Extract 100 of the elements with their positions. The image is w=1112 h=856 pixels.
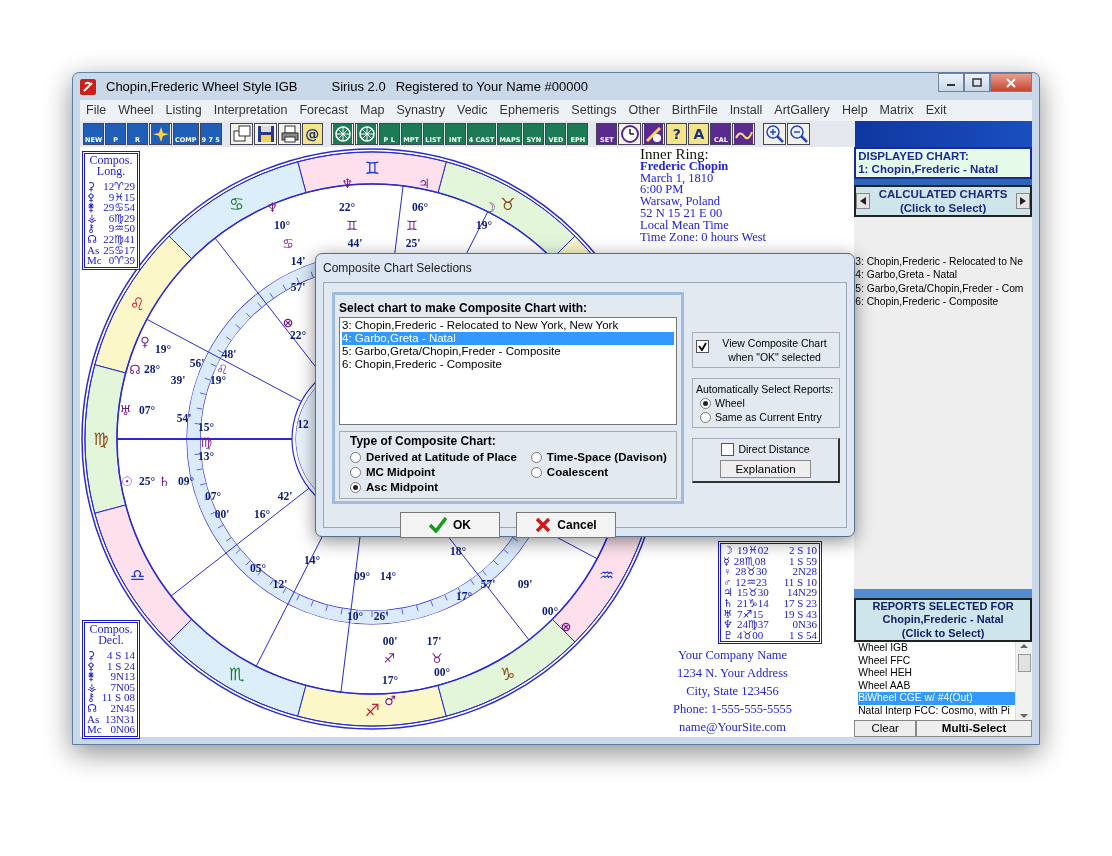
planet-symbol: ⚷	[87, 223, 96, 234]
menu-item[interactable]: Listing	[165, 101, 202, 120]
wheel-label: ♐	[383, 650, 395, 666]
menu-item[interactable]: BirthFile	[671, 101, 718, 120]
toolbar-button[interactable]: @	[301, 122, 323, 145]
menu-item[interactable]: Wheel	[118, 101, 154, 120]
report-list-item[interactable]: Wheel FFC	[858, 654, 1015, 668]
explanation-button[interactable]: Explanation	[720, 460, 811, 478]
report-list-item[interactable]: Wheel IGB	[858, 642, 1015, 655]
chart-list-item[interactable]: 5: Garbo,Greta/Chopin,Freder - Com	[855, 281, 1032, 295]
wheel-label: 00'	[382, 635, 398, 647]
chart-option[interactable]: 3: Chopin,Frederic - Relocated to New York, New York	[342, 319, 674, 332]
radio-button[interactable]	[350, 482, 361, 493]
wheel-label: 22°	[338, 201, 356, 213]
toolbar-button[interactable]: A	[688, 122, 710, 145]
wheel-label: 28°	[143, 363, 161, 375]
planet-symbol: ⚳	[87, 181, 96, 192]
wheel-label: 06°	[411, 201, 429, 213]
composite-type-option[interactable]: Time-Space (Davison)	[530, 450, 667, 465]
report-option[interactable]: Same as Current Entry	[696, 410, 836, 424]
menu-item[interactable]: Install	[729, 101, 763, 120]
minimize-button[interactable]	[938, 73, 964, 92]
cancel-button[interactable]: Cancel	[516, 512, 616, 538]
zodiac-sign: ♌	[129, 293, 145, 314]
planet-symbol: As	[87, 713, 100, 725]
toolbar-button[interactable]	[787, 122, 811, 145]
radio-button[interactable]	[530, 452, 542, 463]
toolbar-button[interactable]	[253, 122, 277, 145]
previous-button[interactable]	[856, 193, 871, 209]
scroll-thumb[interactable]	[1017, 654, 1031, 672]
close-icon	[1006, 77, 1016, 88]
menu-item[interactable]: ArtGallery	[774, 101, 830, 120]
chart-option[interactable]: 6: Chopin,Frederic - Composite	[342, 358, 674, 371]
toolbar-button[interactable]	[642, 122, 666, 145]
composite-type-option[interactable]: Derived at Latitude of Place	[350, 450, 517, 465]
chart-list-item[interactable]: 6: Chopin,Frederic - Composite	[855, 294, 1032, 309]
radio-button[interactable]	[700, 411, 711, 423]
windows-icon	[231, 123, 251, 144]
reports-header[interactable]: REPORTS SELECTED FOR Chopin,Frederic - Natal (Click to Select)	[854, 597, 1032, 642]
multi-select-button[interactable]: Multi-Select	[916, 720, 1032, 737]
wheel-label: 14°	[379, 570, 397, 582]
checkbox[interactable]	[721, 442, 735, 456]
planet-symbol: ⚶	[87, 681, 97, 693]
report-list-item[interactable]: Wheel HEH	[858, 667, 1015, 680]
clear-button[interactable]: Clear	[854, 720, 917, 737]
zodiac-sign: ♋	[228, 194, 245, 215]
window-title: Chopin,Frederic Wheel Style IGB	[106, 77, 298, 96]
radio-button[interactable]	[530, 467, 542, 478]
menu-item[interactable]: Exit	[925, 101, 947, 120]
menu-item[interactable]: Settings	[571, 101, 617, 120]
header-hint: (Click to Select)	[900, 626, 986, 640]
toolbar-button[interactable]: ?	[666, 122, 688, 145]
toolbar-button[interactable]	[354, 122, 378, 145]
menu-item[interactable]: Matrix	[879, 101, 914, 120]
scrollbar[interactable]	[1015, 642, 1032, 720]
ok-button[interactable]: OK	[400, 512, 500, 538]
report-option[interactable]: Wheel	[696, 396, 836, 410]
list-label: Select chart to make Composite Chart with:	[339, 300, 589, 317]
toolbar-button[interactable]	[330, 122, 354, 145]
menu-item[interactable]: Synastry	[396, 101, 445, 120]
toolbar-button[interactable]	[149, 122, 173, 145]
menu-item[interactable]: Other	[628, 101, 660, 120]
planet-symbol: ☊	[87, 703, 97, 714]
planet-symbol: ⚴	[87, 191, 96, 203]
menu-item[interactable]: Interpretation	[213, 101, 288, 120]
radio-button[interactable]	[700, 397, 711, 409]
close-button[interactable]	[990, 73, 1032, 92]
chart-option[interactable]: 5: Garbo,Greta/Chopin,Freder - Composite	[342, 345, 674, 358]
composite-type-option[interactable]: Coalescent	[530, 465, 667, 480]
toolbar-button[interactable]	[618, 122, 642, 145]
radio-button[interactable]	[350, 467, 361, 478]
wheel-label: 44'	[347, 237, 363, 249]
toolbar-button[interactable]	[229, 122, 253, 145]
box-heading: DISPLAYED CHART:	[858, 150, 970, 163]
chart-list-item[interactable]: 3: Chopin,Frederic - Relocated to Ne	[855, 255, 1032, 269]
info-heading: Inner Ring:	[640, 149, 709, 161]
checkbox[interactable]	[696, 340, 709, 353]
report-chart-name: Chopin,Frederic - Natal	[881, 613, 1005, 627]
menu-item[interactable]: Forecast	[299, 101, 349, 120]
toolbar-button[interactable]	[732, 122, 756, 145]
toolbar-button[interactable]	[277, 122, 301, 145]
menu-item[interactable]: Help	[841, 101, 868, 120]
menu-item[interactable]: Map	[360, 101, 385, 120]
menu-item[interactable]: Vedic	[457, 101, 488, 120]
toolbar-button[interactable]	[763, 122, 787, 145]
composite-type-option[interactable]: MC Midpoint	[350, 465, 517, 480]
menu-item[interactable]: File	[86, 101, 107, 120]
maximize-button[interactable]	[964, 73, 990, 92]
next-button[interactable]	[1016, 193, 1030, 209]
calculated-charts-header[interactable]: CALCULATED CHARTS (Click to Select)	[854, 185, 1032, 217]
wheel-label: 05°	[249, 562, 267, 574]
report-list-item[interactable]: Wheel AAB	[858, 679, 1015, 693]
header-title: CALCULATED CHARTS	[877, 187, 1009, 201]
table-value: 11 S 10	[783, 576, 817, 588]
wheel-label: ♅	[119, 402, 131, 418]
menu-item[interactable]: Ephemeris	[499, 101, 560, 120]
radio-button[interactable]	[350, 452, 361, 463]
chart-list-item[interactable]: 4: Garbo,Greta - Natal	[855, 268, 1032, 282]
report-list-item[interactable]: Natal Interp FCC: Cosmo, with Pi	[858, 705, 1015, 718]
composite-type-option[interactable]: Asc Midpoint	[350, 480, 517, 495]
